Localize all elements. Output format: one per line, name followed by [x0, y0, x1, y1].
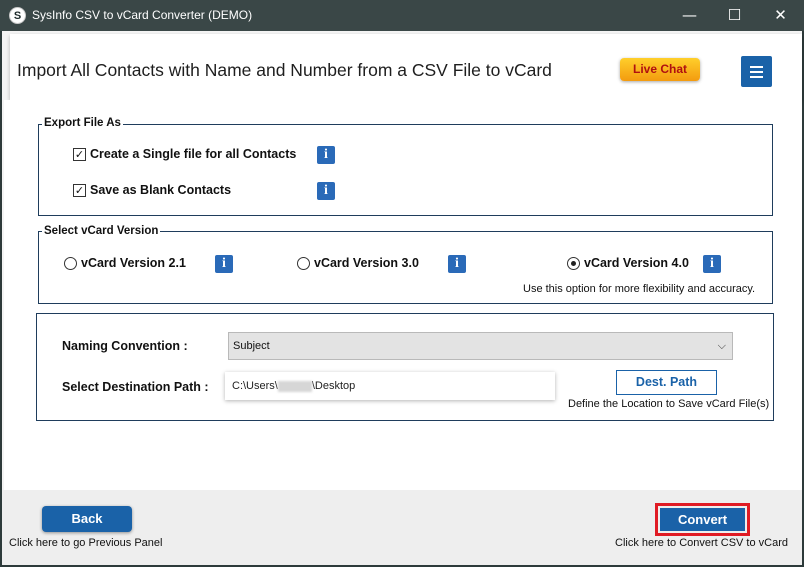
single-file-checkbox[interactable]: ✓ [73, 148, 86, 161]
blank-contacts-checkbox[interactable]: ✓ [73, 184, 86, 197]
convert-hint: Click here to Convert CSV to vCard [615, 537, 789, 549]
naming-convention-label: Naming Convention : [62, 339, 188, 353]
single-file-info-icon[interactable]: i [317, 146, 335, 164]
maximize-button[interactable]: ☐ [712, 0, 757, 31]
close-button[interactable]: ✕ [758, 0, 803, 31]
vcard-40-label[interactable]: vCard Version 4.0 [584, 256, 689, 270]
vcard-30-label[interactable]: vCard Version 3.0 [314, 256, 419, 270]
dest-path-button[interactable]: Dest. Path [616, 370, 717, 395]
chevron-down-icon: ⌵ [717, 339, 726, 352]
single-file-label[interactable]: Create a Single file for all Contacts [90, 147, 296, 161]
window-title: SysInfo CSV to vCard Converter (DEMO) [32, 8, 253, 22]
vcard-30-radio[interactable] [297, 257, 310, 270]
app-logo-icon: S [9, 7, 26, 24]
back-button[interactable]: Back [42, 506, 132, 532]
dest-path-hint: Define the Location to Save vCard File(s… [568, 398, 770, 410]
live-chat-button[interactable]: Live Chat [620, 58, 700, 81]
blank-contacts-info-icon[interactable]: i [317, 182, 335, 200]
convert-button[interactable]: Convert [660, 508, 745, 531]
naming-convention-value: Subject [233, 340, 270, 352]
minimize-button[interactable]: — [667, 0, 712, 31]
vcard-40-radio[interactable] [567, 257, 580, 270]
export-file-as-legend: Export File As [42, 117, 123, 129]
vcard-version-hint: Use this option for more flexibility and… [523, 283, 756, 295]
blank-contacts-label[interactable]: Save as Blank Contacts [90, 183, 231, 197]
vcard-21-radio[interactable] [64, 257, 77, 270]
options-panel: Export File As ✓ Create a Single file fo… [4, 100, 802, 490]
vcard-21-label[interactable]: vCard Version 2.1 [81, 256, 186, 270]
naming-convention-select[interactable]: Subject ⌵ [228, 332, 733, 360]
app-client-area: Import All Contacts with Name and Number… [2, 31, 802, 565]
header-bar: Import All Contacts with Name and Number… [10, 34, 802, 100]
vcard-version-legend: Select vCard Version [42, 225, 161, 237]
destination-path-prefix: C:\Users\ [232, 380, 278, 392]
convert-highlight: Convert [655, 503, 750, 536]
page-headline: Import All Contacts with Name and Number… [17, 60, 552, 80]
hamburger-menu-icon[interactable] [741, 56, 772, 87]
footer-bar: Back Click here to go Previous Panel Con… [2, 490, 802, 565]
title-bar: S SysInfo CSV to vCard Converter (DEMO) … [0, 0, 804, 31]
back-hint: Click here to go Previous Panel [9, 537, 163, 549]
vcard-40-info-icon[interactable]: i [703, 255, 721, 273]
destination-path-label: Select Destination Path : [62, 380, 209, 394]
redacted-username [277, 380, 312, 392]
export-file-as-group [38, 124, 773, 216]
vcard-30-info-icon[interactable]: i [448, 255, 466, 273]
vcard-21-info-icon[interactable]: i [215, 255, 233, 273]
destination-path-input[interactable]: C:\Users\ \Desktop [225, 372, 555, 400]
destination-path-suffix: \Desktop [311, 380, 356, 392]
